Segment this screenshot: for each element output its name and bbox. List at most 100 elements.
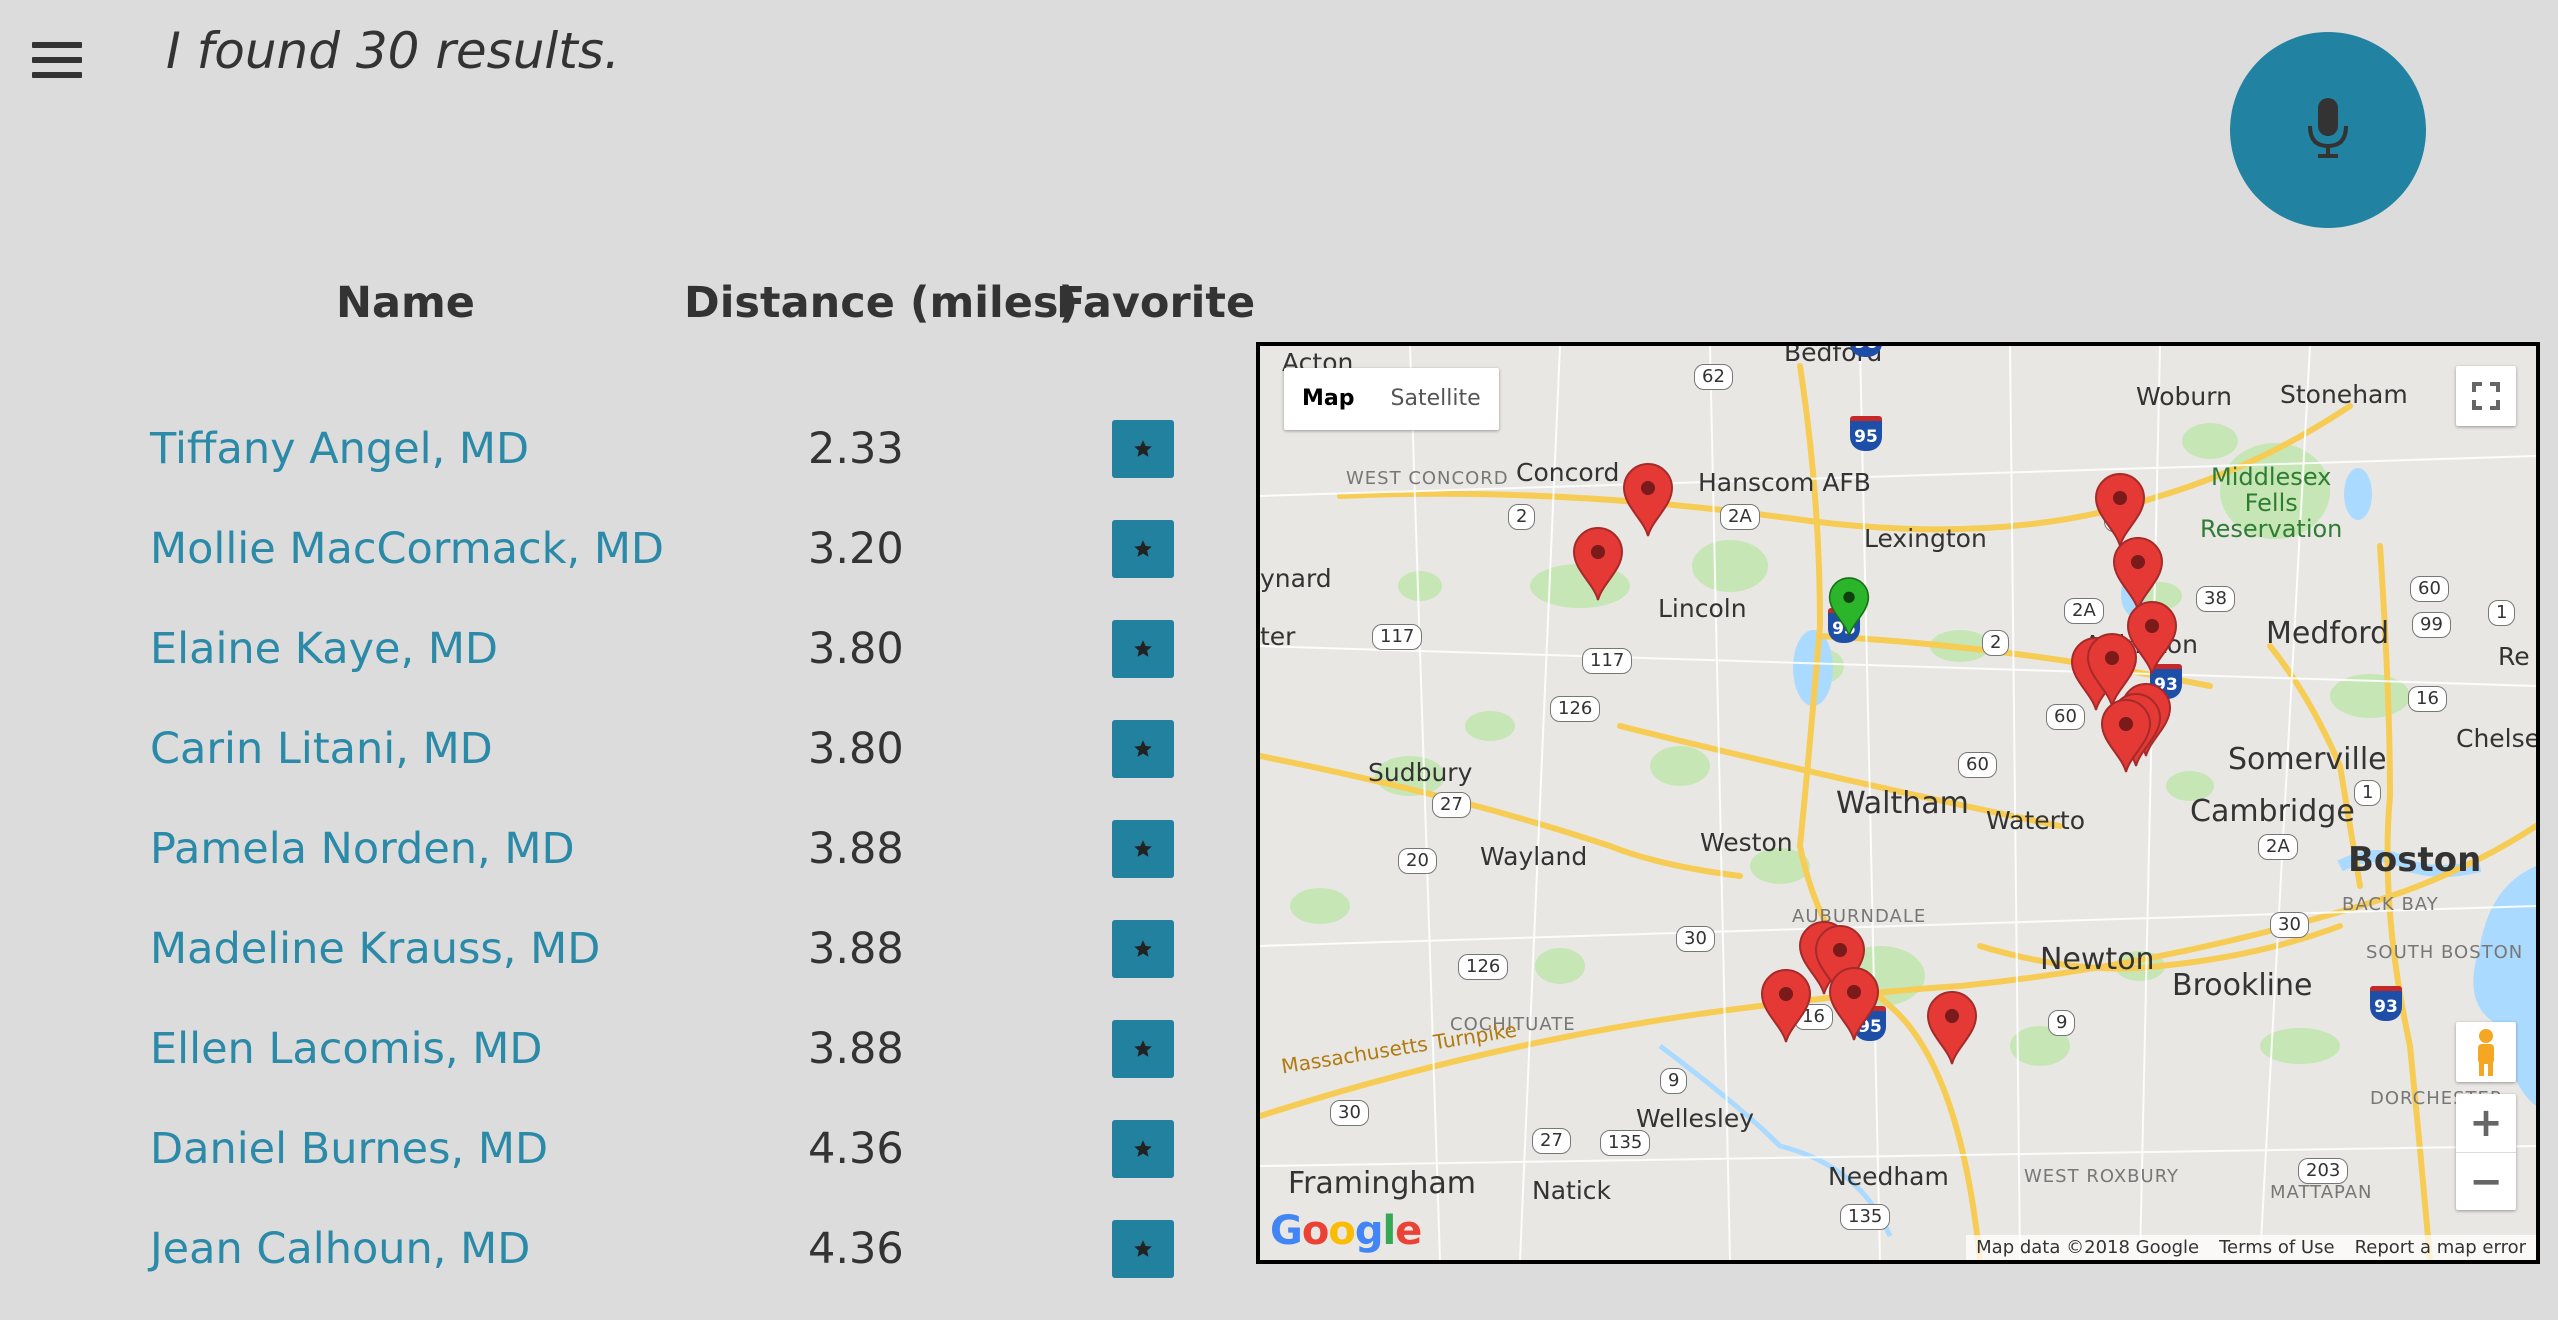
red-map-pin-icon bbox=[1828, 967, 1880, 1041]
street-view-pegman[interactable] bbox=[2456, 1022, 2516, 1082]
google-logo: Google bbox=[1270, 1208, 1422, 1254]
map-label-concord: Concord bbox=[1516, 458, 1620, 487]
map-label-cambridge: Cambridge bbox=[2190, 794, 2355, 829]
route-shield: 60 bbox=[1958, 752, 1997, 778]
map-label-ter: ter bbox=[1260, 622, 1296, 651]
red-map-pin-icon bbox=[2100, 699, 2152, 773]
distance-value: 3.20 bbox=[808, 524, 904, 574]
current-location-marker[interactable] bbox=[1828, 576, 1880, 652]
favorite-button[interactable] bbox=[1112, 720, 1174, 778]
result-marker[interactable] bbox=[1622, 462, 1674, 538]
result-row: Tiffany Angel, MD 2.33 bbox=[0, 420, 1240, 520]
map-type-map-button[interactable]: Map bbox=[1284, 368, 1373, 430]
route-shield: 2 bbox=[1508, 504, 1536, 530]
distance-value: 3.88 bbox=[808, 824, 904, 874]
terms-of-use-link[interactable]: Terms of Use bbox=[2219, 1237, 2334, 1258]
favorite-column-header: Favorite bbox=[1056, 278, 1256, 328]
map-data-credit: Map data ©2018 Google bbox=[1976, 1237, 2200, 1258]
favorite-button[interactable] bbox=[1112, 820, 1174, 878]
map-label-somerville: Somerville bbox=[2228, 742, 2387, 777]
route-shield: 135 bbox=[1840, 1204, 1891, 1230]
route-shield: 9 bbox=[2048, 1010, 2076, 1036]
map-label-natick: Natick bbox=[1532, 1176, 1611, 1205]
result-row: Jean Calhoun, MD 4.36 bbox=[0, 1220, 1240, 1320]
doctor-name-link[interactable]: Pamela Norden, MD bbox=[150, 824, 575, 874]
route-shield: 16 bbox=[2408, 686, 2447, 712]
result-row: Ellen Lacomis, MD 3.88 bbox=[0, 1020, 1240, 1120]
route-shield: 30 bbox=[1676, 926, 1715, 952]
zoom-out-button[interactable]: − bbox=[2456, 1153, 2516, 1211]
distance-value: 3.88 bbox=[808, 924, 904, 974]
route-shield: 126 bbox=[1550, 696, 1601, 722]
doctor-name-link[interactable]: Tiffany Angel, MD bbox=[150, 424, 529, 474]
menu-button[interactable] bbox=[32, 42, 82, 86]
map-label-west-concord: WEST CONCORD bbox=[1346, 468, 1509, 489]
doctor-name-link[interactable]: Madeline Krauss, MD bbox=[150, 924, 600, 974]
map-label-framingham: Framingham bbox=[1288, 1166, 1477, 1201]
map-type-satellite-button[interactable]: Satellite bbox=[1373, 368, 1499, 430]
result-marker[interactable] bbox=[1572, 526, 1624, 602]
map-label-chelsea: Chelsea bbox=[2456, 724, 2540, 753]
doctor-name-link[interactable]: Mollie MacCormack, MD bbox=[150, 524, 664, 574]
route-shield: 99 bbox=[2412, 612, 2451, 638]
favorite-button[interactable] bbox=[1112, 920, 1174, 978]
map-label-lincoln: Lincoln bbox=[1658, 594, 1747, 623]
result-marker[interactable] bbox=[1760, 968, 1812, 1044]
red-map-pin-icon bbox=[1760, 969, 1812, 1043]
doctor-name-link[interactable]: Daniel Burnes, MD bbox=[150, 1124, 548, 1174]
map-label-waltham: Waltham bbox=[1836, 786, 1969, 821]
green-map-pin-icon bbox=[1828, 577, 1870, 637]
result-row: Elaine Kaye, MD 3.80 bbox=[0, 620, 1240, 720]
route-shield: 1 bbox=[2354, 780, 2382, 806]
hamburger-menu-icon bbox=[32, 42, 82, 48]
map-label-needham: Needham bbox=[1828, 1162, 1949, 1191]
route-shield: 203 bbox=[2298, 1158, 2349, 1184]
map-label-woburn: Woburn bbox=[2136, 382, 2232, 411]
distance-value: 3.88 bbox=[808, 1024, 904, 1074]
result-marker[interactable] bbox=[1828, 966, 1880, 1042]
red-map-pin-icon bbox=[1572, 527, 1624, 601]
distance-value: 3.80 bbox=[808, 724, 904, 774]
doctor-name-link[interactable]: Elaine Kaye, MD bbox=[150, 624, 498, 674]
favorite-button[interactable] bbox=[1112, 420, 1174, 478]
result-row: Carin Litani, MD 3.80 bbox=[0, 720, 1240, 820]
doctor-name-link[interactable]: Jean Calhoun, MD bbox=[150, 1224, 530, 1274]
route-shield: 38 bbox=[2196, 586, 2235, 612]
star-icon bbox=[1134, 440, 1152, 457]
map-label-back-bay: BACK BAY bbox=[2342, 894, 2439, 915]
favorite-button[interactable] bbox=[1112, 620, 1174, 678]
result-marker[interactable] bbox=[1926, 990, 1978, 1066]
map-type-control: Map Satellite bbox=[1284, 368, 1499, 430]
favorite-button[interactable] bbox=[1112, 1220, 1174, 1278]
result-count-text: I found 30 results. bbox=[166, 22, 620, 80]
favorite-button[interactable] bbox=[1112, 1120, 1174, 1178]
zoom-control: + − bbox=[2456, 1094, 2516, 1210]
result-row: Pamela Norden, MD 3.88 bbox=[0, 820, 1240, 920]
star-icon bbox=[1134, 1240, 1152, 1257]
route-shield: 62 bbox=[1694, 364, 1733, 390]
route-shield: 30 bbox=[1330, 1100, 1369, 1126]
result-row: Mollie MacCormack, MD 3.20 bbox=[0, 520, 1240, 620]
zoom-in-button[interactable]: + bbox=[2456, 1094, 2516, 1153]
route-shield: 2 bbox=[1982, 630, 2010, 656]
map-label-weston: Weston bbox=[1700, 828, 1793, 857]
favorite-button[interactable] bbox=[1112, 1020, 1174, 1078]
name-column-header: Name bbox=[336, 278, 475, 328]
route-shield: 117 bbox=[1372, 624, 1423, 650]
microphone-button[interactable] bbox=[2230, 32, 2426, 228]
route-shield: 9 bbox=[1660, 1068, 1688, 1094]
favorite-button[interactable] bbox=[1112, 520, 1174, 578]
results-map[interactable]: Bedford Acton Woburn Stoneham WEST CONCO… bbox=[1256, 342, 2540, 1264]
fullscreen-button[interactable] bbox=[2456, 366, 2516, 426]
pegman-icon bbox=[2478, 1029, 2494, 1076]
fullscreen-icon bbox=[2472, 382, 2500, 410]
doctor-name-link[interactable]: Ellen Lacomis, MD bbox=[150, 1024, 542, 1074]
report-map-error-link[interactable]: Report a map error bbox=[2355, 1237, 2526, 1258]
doctor-name-link[interactable]: Carin Litani, MD bbox=[150, 724, 493, 774]
microphone-icon bbox=[2308, 98, 2348, 158]
red-map-pin-icon bbox=[1926, 991, 1978, 1065]
distance-value: 3.80 bbox=[808, 624, 904, 674]
map-label-hanscom-afb: Hanscom AFB bbox=[1698, 468, 1871, 497]
result-marker[interactable] bbox=[2100, 698, 2152, 774]
star-icon bbox=[1134, 640, 1152, 657]
